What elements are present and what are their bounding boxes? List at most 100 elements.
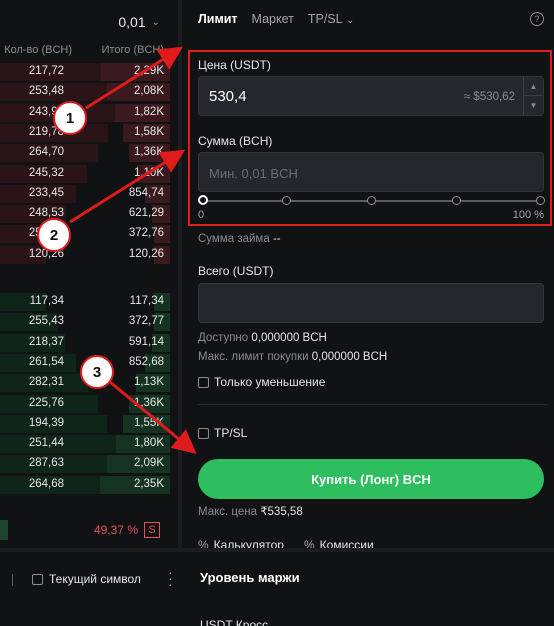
row-qty: 218,37 <box>28 335 64 348</box>
slider-knob-25[interactable] <box>282 196 291 205</box>
row-qty: 255,43 <box>28 315 64 328</box>
row-qty: 233,45 <box>28 186 64 199</box>
row-qty: 251,44 <box>28 437 64 450</box>
bid-row[interactable]: 225,76 1,36K <box>0 394 170 414</box>
row-total: 852,68 <box>128 355 164 368</box>
row-qty: 117,34 <box>29 295 64 307</box>
price-usd-equivalent: ≈ $530,62 <box>463 91 515 103</box>
bid-row[interactable]: 255,43 372,77 <box>0 312 170 332</box>
price-value: 530,4 <box>209 88 247 105</box>
loan-amount: Сумма займа -- <box>198 233 281 245</box>
slider-min-label: 0 <box>198 209 205 221</box>
available-label: Доступно <box>198 332 249 344</box>
margin-level-title: Уровень маржи <box>200 570 300 585</box>
max-buy-value: 0,000000 BCH <box>311 351 388 363</box>
annotation-marker-3: 3 <box>80 355 114 389</box>
ask-row[interactable]: 264,70 1,36K <box>0 143 170 163</box>
row-qty: 264,70 <box>28 146 64 159</box>
bid-row[interactable]: 218,37 591,14 <box>0 333 170 353</box>
slider-knob-50[interactable] <box>367 196 376 205</box>
current-symbol-label: Текущий символ <box>49 572 141 586</box>
row-total: 372,76 <box>128 227 164 240</box>
divider <box>198 404 548 405</box>
order-book: 0,01 ⌄ Кол-во (BCH) Итого (BCH) 217,72 2,… <box>0 0 178 548</box>
row-total: 2,09K <box>133 457 164 470</box>
amount-slider[interactable] <box>198 195 545 205</box>
order-form: Лимит Маркет TP/SL ⌄ ? Цена (USDT) 530,4 … <box>182 0 554 552</box>
slider-knob-100[interactable] <box>536 196 545 205</box>
divider <box>12 574 13 586</box>
available-value: 0,000000 BCH <box>251 332 327 344</box>
ask-row[interactable]: 253,48 2,08K <box>0 82 170 102</box>
loan-label: Сумма займа <box>198 233 270 245</box>
chevron-down-icon: ⌄ <box>151 16 160 28</box>
precision-select[interactable]: 0,01 ⌄ <box>118 14 160 30</box>
row-total: 1,13K <box>133 376 164 389</box>
bid-row[interactable]: 264,68 2,35K <box>0 475 170 495</box>
max-buy-label: Макс. лимит покупки <box>198 351 309 363</box>
max-price-label: Макс. цена <box>198 506 258 518</box>
max-buy: Макс. лимит покупки 0,000000 BCH <box>198 351 387 363</box>
row-qty: 245,32 <box>28 166 64 179</box>
price-stepper[interactable]: ▲ ▼ <box>523 77 543 115</box>
slider-knob-0[interactable] <box>198 195 208 205</box>
sell-ratio-value: 49,37 % <box>93 523 138 537</box>
bid-row[interactable]: 251,44 1,80K <box>0 434 170 454</box>
tab-tpsl[interactable]: TP/SL ⌄ <box>308 12 354 26</box>
col-total-header: Итого (BCH) <box>101 44 164 56</box>
row-total: 120,26 <box>128 247 164 260</box>
ask-row[interactable]: 233,45 854,74 <box>0 184 170 204</box>
price-input[interactable]: 530,4 ≈ $530,62 ▲ ▼ <box>198 76 544 116</box>
slider-max-label: 100 % <box>512 209 544 221</box>
buy-long-button[interactable]: Купить (Лонг) BCH <box>198 459 544 499</box>
more-icon[interactable]: · · · <box>168 565 173 591</box>
ask-row[interactable]: 245,32 1,10K <box>0 164 170 184</box>
row-total: 2,08K <box>133 85 164 98</box>
row-qty: 253,48 <box>28 85 64 98</box>
reduce-only-checkbox[interactable] <box>198 376 209 388</box>
tab-tpsl-label: TP/SL <box>307 12 343 26</box>
sell-badge: S <box>144 522 160 538</box>
loan-value: -- <box>272 233 281 245</box>
row-qty: 287,63 <box>28 457 64 470</box>
row-total: 372,77 <box>128 315 164 328</box>
current-symbol-filter[interactable]: Текущий символ <box>32 572 141 586</box>
annotation-marker-2: 2 <box>37 218 71 252</box>
row-total: 1,82K <box>133 105 164 118</box>
col-qty-header: Кол-во (BCH) <box>4 44 72 56</box>
annotation-marker-1: 1 <box>53 101 87 135</box>
tpsl-checkbox[interactable] <box>198 427 209 439</box>
ask-row[interactable]: 253,00372,76 <box>0 224 170 244</box>
ask-row[interactable]: 120,26 120,26 <box>0 245 170 265</box>
reduce-only-label: Только уменьшение <box>214 375 326 389</box>
tpsl-option[interactable]: TP/SL <box>198 426 247 440</box>
tpsl-label: TP/SL <box>214 426 248 440</box>
sell-ratio: 49,37 % S <box>94 522 160 538</box>
bid-row[interactable]: 117,34 117,34 <box>0 292 170 312</box>
order-type-tabs: Лимит Маркет TP/SL ⌄ <box>198 12 354 26</box>
slider-knob-75[interactable] <box>452 196 461 205</box>
ask-row[interactable]: 217,72 2,29K <box>0 62 170 82</box>
decrement-icon[interactable]: ▼ <box>524 96 543 115</box>
max-price-value: ₹535,58 <box>260 506 303 518</box>
ask-row[interactable]: 248,53 621,29 <box>0 204 170 224</box>
bid-row[interactable]: 194,39 1,55K <box>0 414 170 434</box>
increment-icon[interactable]: ▲ <box>524 77 543 96</box>
row-qty: 282,31 <box>28 376 64 389</box>
row-qty: 248,53 <box>28 207 64 220</box>
row-qty: 261,54 <box>28 355 64 368</box>
amount-input[interactable]: Мин. 0,01 BCH <box>198 152 544 192</box>
tab-market[interactable]: Маркет <box>252 12 294 26</box>
row-total: 1,10K <box>133 166 164 179</box>
bid-row[interactable]: 287,63 2,09K <box>0 454 170 474</box>
tab-limit[interactable]: Лимит <box>198 12 238 26</box>
help-icon[interactable]: ? <box>530 12 544 26</box>
row-qty: 194,39 <box>28 416 64 429</box>
row-total: 621,29 <box>128 207 164 220</box>
total-input[interactable] <box>198 283 544 323</box>
reduce-only-option[interactable]: Только уменьшение <box>198 375 325 389</box>
current-symbol-checkbox[interactable] <box>32 573 43 585</box>
precision-value: 0,01 <box>118 14 146 30</box>
chevron-down-icon: ⌄ <box>346 15 355 25</box>
row-qty: 217,72 <box>28 65 64 77</box>
